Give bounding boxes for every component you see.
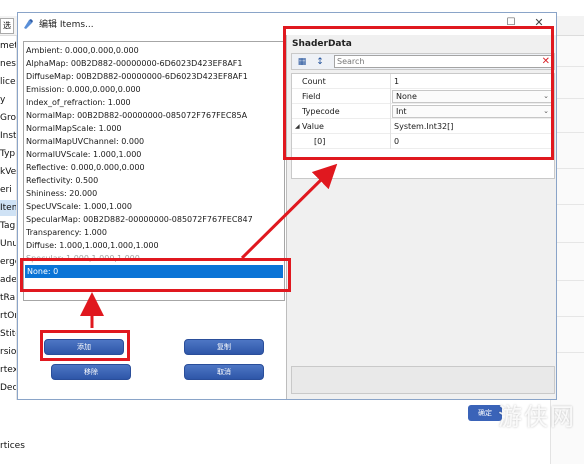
background-tree-item[interactable]: Unu — [0, 236, 16, 252]
background-tree-item[interactable]: lices — [0, 74, 16, 90]
background-tree-item[interactable]: Decl — [0, 380, 16, 396]
background-tree-item[interactable]: rtOr — [0, 308, 16, 324]
background-tree-item[interactable]: rsio — [0, 344, 16, 360]
app-icon — [24, 19, 33, 29]
member-row[interactable]: Ambient: 0.000,0.000,0.000 — [26, 44, 281, 57]
highlight-box-properties — [283, 26, 554, 160]
background-tree-item[interactable]: erge — [0, 254, 16, 270]
member-row[interactable]: Diffuse: 1.000,1.000,1.000,1.000 — [26, 239, 281, 252]
member-row[interactable]: DiffuseMap: 00B2D882-00000000-6D6023D423… — [26, 70, 281, 83]
member-row[interactable]: SpecUVScale: 1.000,1.000 — [26, 200, 281, 213]
member-row[interactable]: AlphaMap: 00B2D882-00000000-6D6023D423EF… — [26, 57, 281, 70]
background-tree-item[interactable]: Insta — [0, 128, 16, 144]
member-row[interactable]: Reflectivity: 0.500 — [26, 174, 281, 187]
member-row[interactable]: NormalMapScale: 1.000 — [26, 122, 281, 135]
member-row[interactable]: Reflective: 0.000,0.000,0.000 — [26, 161, 281, 174]
background-tree-item[interactable]: Item — [0, 200, 16, 216]
member-row[interactable]: Emission: 0.000,0.000,0.000 — [26, 83, 281, 96]
background-tab[interactable]: 选 — [0, 18, 14, 34]
member-row[interactable]: NormalMap: 00B2D882-00000000-085072F767F… — [26, 109, 281, 122]
background-tree-item[interactable]: metr — [0, 38, 16, 54]
background-tree-item[interactable]: rtices — [0, 438, 70, 454]
dialog-title: 编辑 Items... — [39, 20, 94, 30]
background-tree-item[interactable]: Typ — [0, 146, 16, 162]
background-tree-item[interactable]: Tag — [0, 218, 16, 234]
background-tree-item[interactable]: nes — [0, 56, 16, 72]
member-row[interactable]: Shininess: 20.000 — [26, 187, 281, 200]
background-tree-item[interactable]: Stitc — [0, 326, 16, 342]
copy-button[interactable]: 复制 — [184, 339, 264, 355]
member-row[interactable]: NormalMapUVChannel: 0.000 — [26, 135, 281, 148]
remove-button[interactable]: 移除 — [51, 364, 131, 380]
background-tree-item[interactable]: rtexI — [0, 362, 16, 378]
cancel-button[interactable]: 取消 — [184, 364, 264, 380]
member-row[interactable]: SpecularMap: 00B2D882-00000000-085072F76… — [26, 213, 281, 226]
background-tree-item[interactable]: tRa — [0, 290, 16, 306]
background-tree-item[interactable]: eri — [0, 182, 16, 198]
property-description-pane — [291, 366, 555, 394]
highlight-box-selected-member — [20, 258, 291, 292]
member-row[interactable]: Index_of_refraction: 1.000 — [26, 96, 281, 109]
background-tree-item[interactable]: ade — [0, 272, 16, 288]
background-tree-item[interactable]: kVe — [0, 164, 16, 180]
background-tree-item[interactable]: Grou — [0, 110, 16, 126]
member-row[interactable]: NormalUVScale: 1.000,1.000 — [26, 148, 281, 161]
highlight-box-add-button — [40, 330, 130, 361]
background-tree-bottom: rtices — [0, 400, 70, 464]
member-row[interactable]: Transparency: 1.000 — [26, 226, 281, 239]
background-tree-item[interactable]: y — [0, 92, 16, 108]
